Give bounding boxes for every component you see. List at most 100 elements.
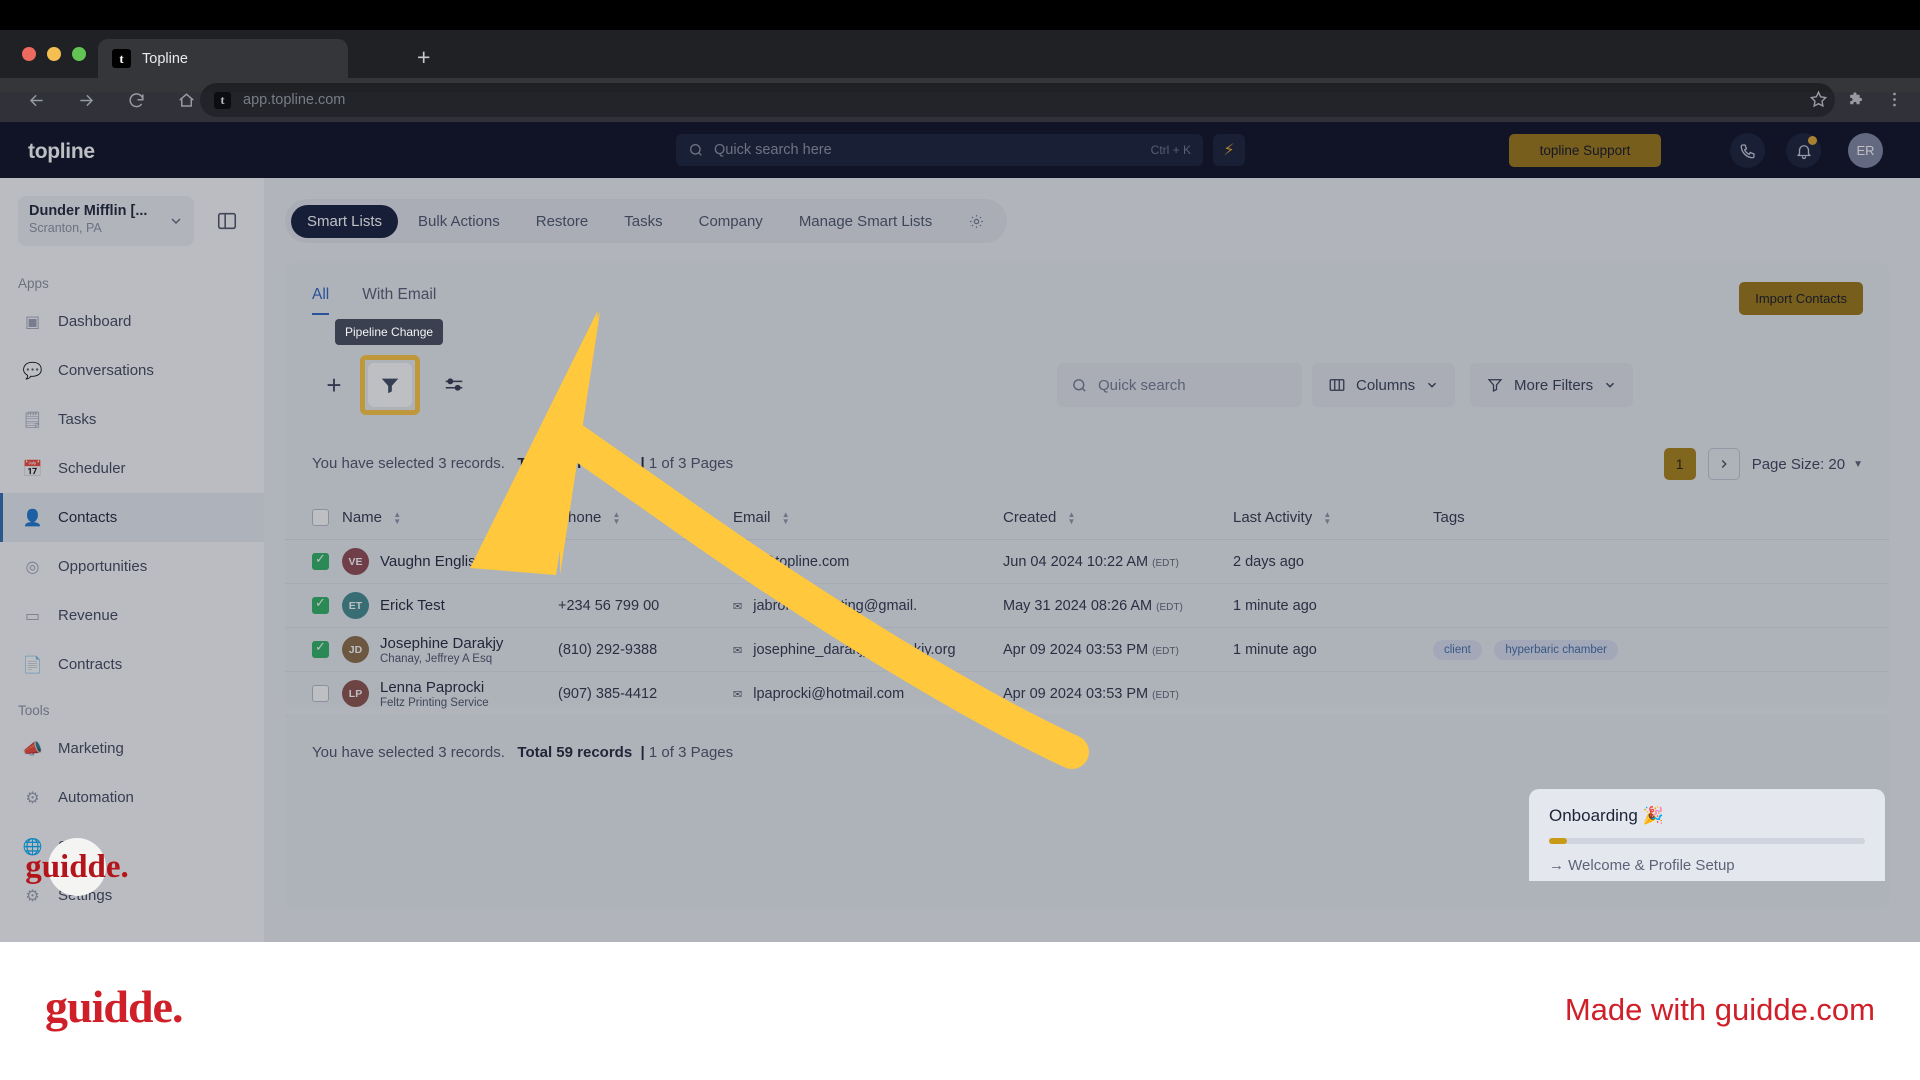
plus-icon[interactable]: + — [312, 363, 356, 407]
lightning-icon[interactable]: ⚡ — [1213, 134, 1245, 166]
avatar: ET — [342, 592, 369, 619]
app-logo[interactable]: topline — [28, 140, 95, 164]
column-header-email[interactable]: Email ▲ ▼ — [733, 509, 1003, 526]
contact-phone: (810) 292-9388 — [558, 641, 658, 658]
row-checkbox[interactable] — [312, 595, 342, 614]
tab-company[interactable]: Company — [683, 205, 779, 238]
columns-label: Columns — [1356, 376, 1416, 394]
sidebar-item-label: Tasks — [58, 411, 97, 428]
maximize-window-button[interactable] — [72, 47, 86, 61]
avatar: VE — [342, 548, 369, 575]
records-bar: You have selected 3 records. Total 59 re… — [312, 445, 1863, 489]
browser-actions[interactable] — [1809, 90, 1904, 109]
sidebar-item-conversations[interactable]: 💬 Conversations — [0, 346, 264, 395]
contact-email-cell: ✉ jabronipiebeating@gmail. — [733, 598, 1003, 614]
window-controls[interactable] — [22, 47, 86, 61]
contact-created-cell: May 31 2024 08:26 AM (EDT) — [1003, 598, 1233, 614]
table-row[interactable]: VE Vaughn English ✉ v@topline.com Jun 04… — [285, 540, 1889, 584]
tab-bulk-actions[interactable]: Bulk Actions — [402, 205, 516, 238]
calendar-icon: 📅 — [22, 460, 43, 478]
sidebar-item-opportunities[interactable]: ◎ Opportunities — [0, 542, 264, 591]
tab-settings-gear-icon[interactable] — [952, 205, 1001, 238]
table-row[interactable]: LP Lenna Paprocki Feltz Printing Service… — [285, 672, 1889, 716]
conversations-icon: 💬 — [22, 362, 43, 380]
toggle-sidebar-button[interactable] — [216, 210, 238, 237]
search-shortcut-hint: Ctrl + K — [1150, 143, 1191, 157]
org-switcher[interactable]: Dunder Mifflin [... Scranton, PA — [18, 196, 194, 246]
contact-created: Apr 09 2024 03:53 PM — [1003, 641, 1149, 658]
user-avatar[interactable]: ER — [1848, 133, 1883, 168]
quick-search-input[interactable]: Quick search — [1057, 363, 1302, 407]
records-summary-bottom: You have selected 3 records. Total 59 re… — [312, 744, 734, 761]
onboarding-step-link[interactable]: → Welcome & Profile Setup — [1549, 857, 1865, 874]
row-checkbox[interactable] — [312, 551, 342, 570]
sidebar-section-apps: Apps — [18, 276, 49, 291]
chevron-down-icon: ▼ — [1853, 458, 1863, 470]
onboarding-panel[interactable]: Onboarding 🎉 → Welcome & Profile Setup — [1529, 789, 1885, 881]
sidebar-item-contacts[interactable]: 👤 Contacts — [0, 493, 264, 542]
page-size-selector[interactable]: Page Size: 20 ▼ — [1752, 456, 1863, 473]
table-row[interactable]: ET Erick Test +234 56 799 00 ✉ jabronipi… — [285, 584, 1889, 628]
phone-icon[interactable] — [1730, 133, 1765, 168]
sidebar-item-revenue[interactable]: ▭ Revenue — [0, 591, 264, 640]
sidebar-item-contracts[interactable]: 📄 Contracts — [0, 640, 264, 689]
sort-icon: ▲ ▼ — [1067, 509, 1076, 526]
new-tab-button[interactable]: + — [417, 46, 430, 69]
next-page-button[interactable] — [1707, 448, 1740, 480]
home-button[interactable] — [168, 82, 204, 118]
tab-restore[interactable]: Restore — [520, 205, 605, 238]
column-header-last-activity[interactable]: Last Activity ▲ ▼ — [1233, 509, 1433, 526]
sidebar-item-tasks[interactable]: 🗒 Tasks — [0, 395, 264, 444]
sidebar-item-label: Automation — [58, 789, 134, 806]
columns-dropdown[interactable]: Columns — [1312, 363, 1456, 407]
contact-email-cell: ✉ josephine_darakjy@darakjy.org — [733, 642, 1003, 658]
more-filters-dropdown[interactable]: More Filters — [1470, 363, 1634, 407]
search-icon — [690, 144, 702, 156]
sidebar-item-scheduler[interactable]: 📅 Scheduler — [0, 444, 264, 493]
sidebar-item-label: Revenue — [58, 607, 119, 624]
contacts-table: Name ▲▼ Phone ▲▼ Email ▲▼ Created ▲▼ — [285, 495, 1889, 716]
notifications-bell-icon[interactable] — [1786, 133, 1821, 168]
address-bar[interactable]: t app.topline.com — [200, 83, 1835, 117]
contact-name-cell: ET Erick Test — [342, 592, 558, 619]
row-checkbox[interactable] — [312, 685, 342, 702]
subtab-all[interactable]: All — [312, 286, 330, 315]
close-window-button[interactable] — [22, 47, 36, 61]
sidebar-item-dashboard[interactable]: ▣ Dashboard — [0, 297, 264, 346]
dashboard-icon: ▣ — [24, 313, 41, 331]
row-checkbox[interactable] — [312, 639, 342, 658]
table-row[interactable]: JD Josephine Darakjy Chanay, Jeffrey A E… — [285, 628, 1889, 672]
global-search-input[interactable]: Quick search here Ctrl + K — [676, 134, 1203, 166]
tag-chip[interactable]: hyperbaric chamber — [1494, 639, 1618, 660]
funnel-icon[interactable] — [368, 363, 412, 407]
sliders-icon[interactable] — [432, 363, 476, 407]
tab-tasks[interactable]: Tasks — [608, 205, 678, 238]
forward-button[interactable] — [68, 82, 104, 118]
topline-support-button[interactable]: topline Support — [1509, 134, 1661, 167]
page-number-button[interactable]: 1 — [1663, 448, 1696, 480]
tag-chip[interactable]: client — [1433, 639, 1482, 660]
column-header-phone[interactable]: Phone ▲ ▼ — [558, 509, 733, 526]
subtab-with-email[interactable]: With Email — [362, 286, 436, 315]
column-header-created[interactable]: Created ▲ ▼ — [1003, 509, 1233, 526]
notification-dot — [1808, 136, 1817, 145]
tab-manage-smart-lists[interactable]: Manage Smart Lists — [783, 205, 948, 238]
sort-icon: ▲ ▼ — [781, 509, 790, 526]
sidebar-item-automation[interactable]: ⚙ Automation — [0, 773, 264, 822]
sidebar-item-marketing[interactable]: 📣 Marketing — [0, 724, 264, 773]
contact-email: jabronipiebeating@gmail. — [753, 597, 918, 614]
select-all-checkbox[interactable] — [312, 508, 342, 526]
timezone-label: (EDT) — [1152, 557, 1179, 569]
reload-button[interactable] — [118, 82, 154, 118]
import-contacts-button[interactable]: Import Contacts — [1739, 282, 1863, 315]
back-button[interactable] — [18, 82, 54, 118]
contact-email: josephine_darakjy@darakjy.org — [753, 641, 956, 658]
minimize-window-button[interactable] — [47, 47, 61, 61]
pages-text: 1 of 3 Pages — [648, 455, 734, 472]
chevron-down-icon — [1606, 382, 1615, 388]
browser-tab[interactable]: t Topline — [98, 39, 348, 78]
bookmark-star-icon — [1809, 90, 1828, 108]
tab-smart-lists[interactable]: Smart Lists — [291, 204, 399, 238]
column-header-name[interactable]: Name ▲ ▼ — [342, 509, 558, 526]
contact-tags: client hyperbaric chamber — [1433, 639, 1862, 660]
